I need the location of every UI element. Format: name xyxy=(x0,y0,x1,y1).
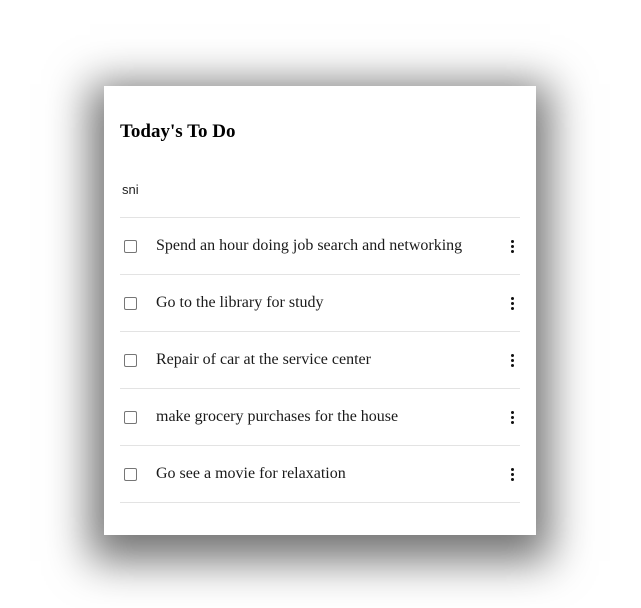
todo-card: Today's To Do Spend an hour doing job se… xyxy=(104,86,536,535)
task-checkbox[interactable] xyxy=(124,297,137,310)
task-label: Spend an hour doing job search and netwo… xyxy=(156,237,463,254)
page-title: Today's To Do xyxy=(120,121,236,142)
task-item: Spend an hour doing job search and netwo… xyxy=(120,218,520,275)
task-checkbox[interactable] xyxy=(124,354,137,367)
task-label: Go to the library for study xyxy=(156,294,324,311)
task-item: Repair of car at the service center xyxy=(120,332,520,389)
task-list: Spend an hour doing job search and netwo… xyxy=(120,217,520,503)
more-vertical-icon[interactable] xyxy=(506,351,518,369)
task-checkbox[interactable] xyxy=(124,240,137,253)
task-label: Repair of car at the service center xyxy=(156,351,371,368)
task-item: Go see a movie for relaxation xyxy=(120,446,520,503)
more-vertical-icon[interactable] xyxy=(506,465,518,483)
more-vertical-icon[interactable] xyxy=(506,237,518,255)
task-item: Go to the library for study xyxy=(120,275,520,332)
more-vertical-icon[interactable] xyxy=(506,408,518,426)
task-item: make grocery purchases for the house xyxy=(120,389,520,446)
task-label: Go see a movie for relaxation xyxy=(156,465,346,482)
more-vertical-icon[interactable] xyxy=(506,294,518,312)
task-checkbox[interactable] xyxy=(124,468,137,481)
task-label: make grocery purchases for the house xyxy=(156,408,399,425)
new-task-input[interactable] xyxy=(120,178,524,200)
task-checkbox[interactable] xyxy=(124,411,137,424)
